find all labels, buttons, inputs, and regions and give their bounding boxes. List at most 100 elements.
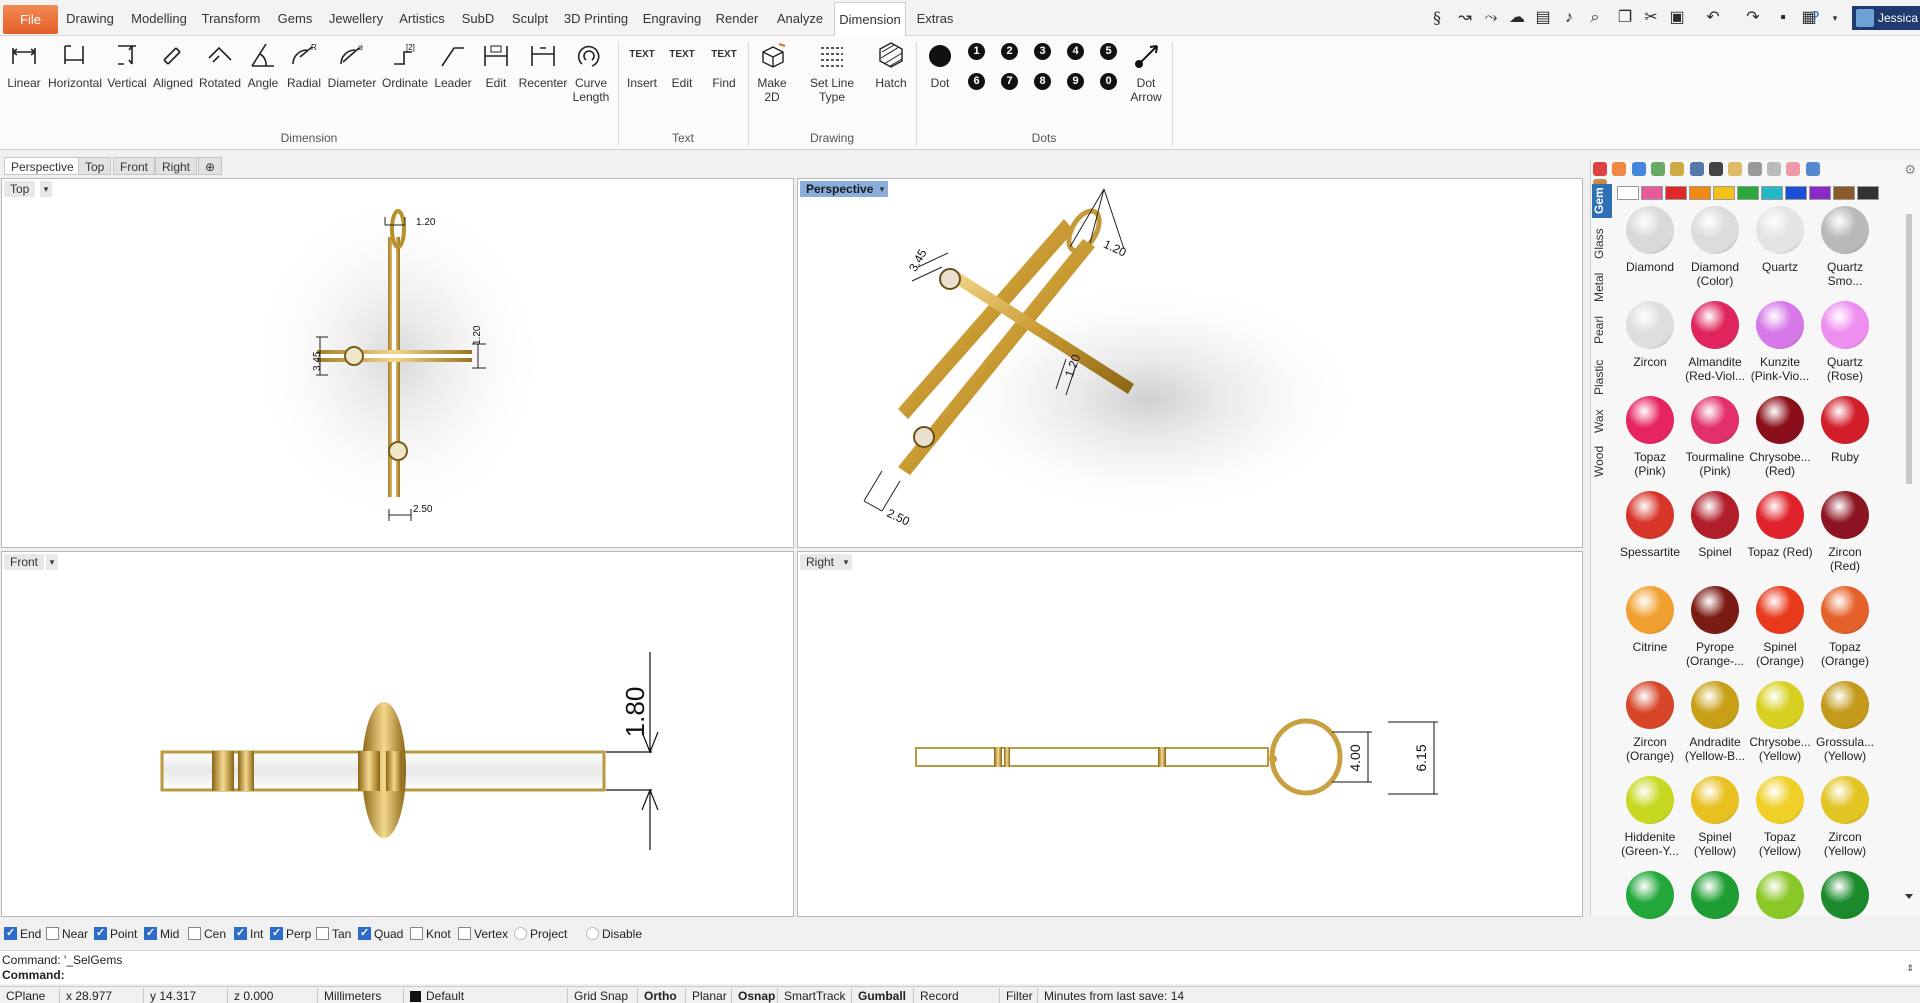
gem-item[interactable]: Kunzite (Pink-Vio... (1747, 301, 1813, 383)
status-record-history[interactable]: Record History (914, 988, 1000, 1003)
gem-item[interactable]: Topaz (Orange) (1812, 586, 1878, 668)
viewport-front[interactable]: 1.80 Front ▾ (1, 551, 794, 917)
gem-item[interactable]: Topaz (Red) (1747, 491, 1813, 559)
sphere-icon[interactable] (1786, 162, 1801, 176)
status-osnap[interactable]: Osnap (732, 988, 778, 1003)
gem-item[interactable]: Spinel (Yellow) (1682, 776, 1748, 858)
checkbox[interactable] (46, 927, 59, 940)
checkbox[interactable] (188, 927, 201, 940)
color-swatch[interactable] (1833, 186, 1855, 200)
logo-icon[interactable]: § (1428, 9, 1446, 27)
materials-icon[interactable] (1593, 162, 1607, 176)
tab-plastic[interactable]: Plastic (1592, 354, 1612, 400)
radial-dim-button[interactable]: R Radial (284, 40, 324, 128)
checkbox[interactable] (94, 926, 107, 940)
tab-gem[interactable]: Gem (1592, 184, 1612, 218)
gem-item[interactable]: Diamond (Color) (1682, 206, 1748, 288)
menu-render[interactable]: Render (712, 2, 762, 36)
hatch-button[interactable]: Hatch (872, 40, 910, 128)
osnap-perp[interactable]: Perp (270, 926, 311, 941)
tab-wood[interactable]: Wood (1592, 442, 1612, 480)
color-swatch[interactable] (1617, 186, 1639, 200)
color-swatch[interactable] (1761, 186, 1783, 200)
gem-item[interactable]: Topaz (Pink) (1617, 396, 1683, 478)
menu-analyze[interactable]: Analyze (770, 2, 830, 36)
dot-button[interactable]: Dot (924, 40, 956, 128)
display-icon[interactable] (1689, 162, 1704, 176)
microphone-icon[interactable]: ♪ (1560, 9, 1578, 27)
osnap-mid[interactable]: Mid (144, 926, 179, 941)
dot-9-button[interactable]: 9 (1067, 73, 1084, 90)
tab-wax[interactable]: Wax (1592, 404, 1612, 438)
gem-item[interactable]: Grossula... (Yellow) (1812, 681, 1878, 763)
gem-item[interactable]: Citrine (1617, 586, 1683, 654)
gem-item[interactable]: Zircon (Red) (1812, 491, 1878, 573)
status-smarttrack[interactable]: SmartTrack (778, 988, 852, 1003)
leader-button[interactable]: Leader (432, 40, 474, 128)
horizontal-dim-button[interactable]: Horizontal (48, 40, 102, 128)
gem-item[interactable]: Chrysobe... (Red) (1747, 396, 1813, 478)
osnap-tan[interactable]: Tan (316, 927, 351, 941)
linear-dim-button[interactable]: Linear (4, 40, 44, 128)
status-planar[interactable]: Planar (686, 988, 732, 1003)
curve-length-button[interactable]: Curve Length (570, 40, 612, 128)
status-cplane[interactable]: CPlane (0, 988, 60, 1003)
gem-item[interactable]: Andradite (Yellow-B... (1682, 681, 1748, 763)
color-swatch[interactable] (1641, 186, 1663, 200)
redo-icon[interactable]: ↷ (1744, 9, 1762, 27)
cut-icon[interactable]: ✂ (1642, 9, 1660, 27)
gem-item[interactable] (1747, 871, 1813, 925)
ordinate-dim-button[interactable]: [2] Ordinate (382, 40, 428, 128)
help-dropdown-icon[interactable]: ▾ (1826, 9, 1844, 27)
clapper-icon[interactable]: ▤ (1534, 9, 1552, 27)
tab-front[interactable]: Front (113, 157, 156, 175)
gem-item[interactable]: Zircon (Yellow) (1812, 776, 1878, 858)
edit-text-button[interactable]: TEXT Edit (666, 40, 698, 128)
menu-transform[interactable]: Transform (200, 2, 262, 36)
gem-item[interactable]: Spinel (1682, 491, 1748, 559)
osnap-vertex[interactable]: Vertex (458, 927, 508, 941)
viewport-label-top[interactable]: Top (4, 181, 36, 197)
save-icon[interactable]: ▪ (1774, 9, 1792, 27)
make-2d-button[interactable]: Make 2D (754, 40, 790, 128)
gem-item[interactable]: Hiddenite (Green-Y... (1617, 776, 1683, 858)
menu-drawing[interactable]: Drawing (62, 2, 118, 36)
osnap-knot[interactable]: Knot (410, 927, 451, 941)
osnap-near[interactable]: Near (46, 927, 88, 941)
folder-icon[interactable] (1670, 162, 1685, 176)
osnap-disable[interactable]: Disable (586, 927, 642, 941)
dot-2-button[interactable]: 2 (1001, 43, 1018, 60)
gem-item[interactable]: Tourmaline (Pink) (1682, 396, 1748, 478)
camera-icon[interactable] (1709, 162, 1724, 176)
gem-item[interactable] (1812, 871, 1878, 925)
chevron-down-icon[interactable]: ▾ (46, 554, 58, 570)
edit-dim-button[interactable]: Edit (478, 40, 514, 128)
gem-item[interactable]: Quartz (Rose) (1812, 301, 1878, 383)
diameter-dim-button[interactable]: ø Diameter (326, 40, 378, 128)
tab-top[interactable]: Top (78, 157, 112, 175)
find-text-button[interactable]: TEXT Find (706, 40, 742, 128)
color-swatch[interactable] (1809, 186, 1831, 200)
color-swatch[interactable] (1785, 186, 1807, 200)
add-viewport-tab-button[interactable]: ⊕ (198, 157, 223, 175)
status-ortho[interactable]: Ortho (638, 988, 686, 1003)
command-scroll-icon[interactable]: ⇕ (1906, 963, 1914, 974)
gem-item[interactable]: Pyrope (Orange-... (1682, 586, 1748, 668)
dot-1-button[interactable]: 1 (968, 43, 985, 60)
chevron-down-icon[interactable]: ▾ (876, 181, 888, 197)
gem-item[interactable]: Spessartite (1617, 491, 1683, 559)
gem-item[interactable]: Diamond (1617, 206, 1683, 274)
menu-subd[interactable]: SubD (456, 2, 500, 36)
dot-8-button[interactable]: 8 (1034, 73, 1051, 90)
osnap-project[interactable]: Project (514, 927, 567, 941)
dot-7-button[interactable]: 7 (1001, 73, 1018, 90)
color-swatch[interactable] (1857, 186, 1879, 200)
color-swatch[interactable] (1689, 186, 1711, 200)
osnap-point[interactable]: Point (94, 926, 137, 941)
menu-extras[interactable]: Extras (912, 2, 958, 36)
gem-item[interactable]: Topaz (Yellow) (1747, 776, 1813, 858)
vertical-dim-button[interactable]: Vertical (106, 40, 148, 128)
paste-icon[interactable]: ▣ (1668, 9, 1686, 27)
checkbox[interactable] (270, 926, 283, 940)
clock-icon[interactable] (1747, 162, 1762, 176)
